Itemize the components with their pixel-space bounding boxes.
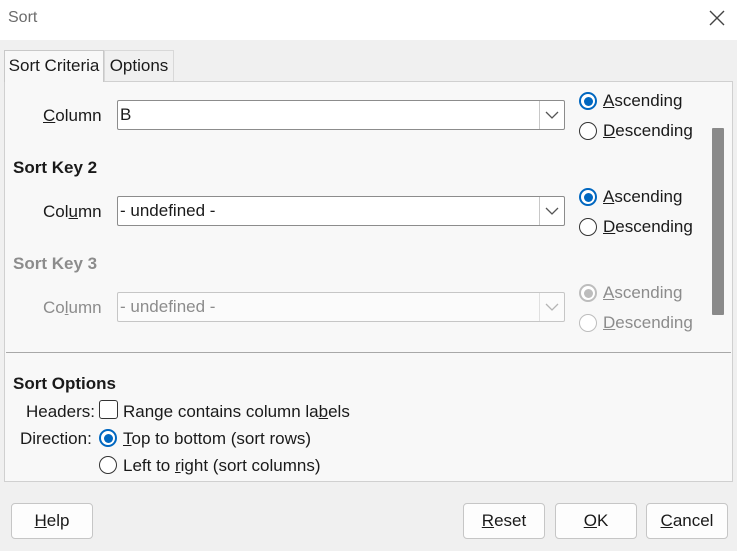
chevron-down-icon[interactable] bbox=[539, 101, 564, 129]
chevron-down-icon[interactable] bbox=[539, 197, 564, 225]
sort-key-2-ascending-label: Ascending bbox=[603, 187, 683, 206]
top-to-bottom-label: Top to bottom (sort rows) bbox=[123, 429, 312, 448]
tab-sort-criteria[interactable]: Sort Criteria bbox=[4, 50, 104, 82]
ok-button[interactable]: OK bbox=[555, 503, 637, 539]
scrollbar-thumb[interactable] bbox=[712, 128, 724, 315]
range-contains-labels-label: Range contains column labels bbox=[123, 402, 350, 421]
left-to-right-radio[interactable] bbox=[99, 456, 117, 474]
sort-key-2-descending-label: Descending bbox=[603, 217, 693, 236]
top-to-bottom-radio[interactable] bbox=[99, 429, 117, 447]
sort-key-1-ascending-radio[interactable] bbox=[579, 92, 597, 110]
direction-label: Direction: bbox=[20, 429, 92, 448]
cancel-button[interactable]: Cancel bbox=[646, 503, 728, 539]
sort-key-3-descending-radio bbox=[579, 314, 597, 332]
sort-key-2-column-value: - undefined - bbox=[120, 201, 216, 220]
sort-key-2-column-label: Column bbox=[43, 202, 102, 221]
tab-options[interactable]: Options bbox=[104, 50, 174, 82]
sort-options-title: Sort Options bbox=[13, 374, 116, 393]
section-divider bbox=[6, 352, 731, 353]
reset-button[interactable]: Reset bbox=[463, 503, 545, 539]
sort-key-3-ascending-radio bbox=[579, 284, 597, 302]
headers-label: Headers: bbox=[26, 402, 95, 421]
sort-key-1-descending-label: Descending bbox=[603, 121, 693, 140]
sort-key-3-ascending-label: Ascending bbox=[603, 283, 683, 302]
sort-key-2-descending-radio[interactable] bbox=[579, 218, 597, 236]
left-to-right-label: Left to right (sort columns) bbox=[123, 456, 321, 475]
sort-key-3-column-value: - undefined - bbox=[120, 297, 216, 316]
sort-key-2-ascending-radio[interactable] bbox=[579, 188, 597, 206]
sort-key-3-column-label: Column bbox=[43, 298, 102, 317]
sort-key-2-title: Sort Key 2 bbox=[13, 158, 98, 177]
window-title: Sort bbox=[8, 9, 38, 26]
close-icon[interactable] bbox=[707, 8, 727, 28]
sort-key-3-title: Sort Key 3 bbox=[13, 254, 98, 273]
chevron-down-icon bbox=[539, 293, 564, 321]
help-button[interactable]: Help bbox=[11, 503, 93, 539]
sort-key-1-column-select[interactable]: B bbox=[117, 100, 565, 130]
sort-keys-scroll-area[interactable]: Column B Ascending Descending Sort Key 2… bbox=[5, 82, 732, 340]
sort-key-1-ascending-label: Ascending bbox=[603, 91, 683, 110]
range-contains-labels-checkbox[interactable] bbox=[99, 400, 118, 419]
sort-key-3-descending-label: Descending bbox=[603, 313, 693, 332]
sort-key-2-column-select[interactable]: - undefined - bbox=[117, 196, 565, 226]
sort-key-1-descending-radio[interactable] bbox=[579, 122, 597, 140]
sort-key-1-column-label: Column bbox=[43, 106, 102, 125]
sort-key-3-column-select: - undefined - bbox=[117, 292, 565, 322]
sort-key-1-column-value: B bbox=[120, 105, 132, 124]
